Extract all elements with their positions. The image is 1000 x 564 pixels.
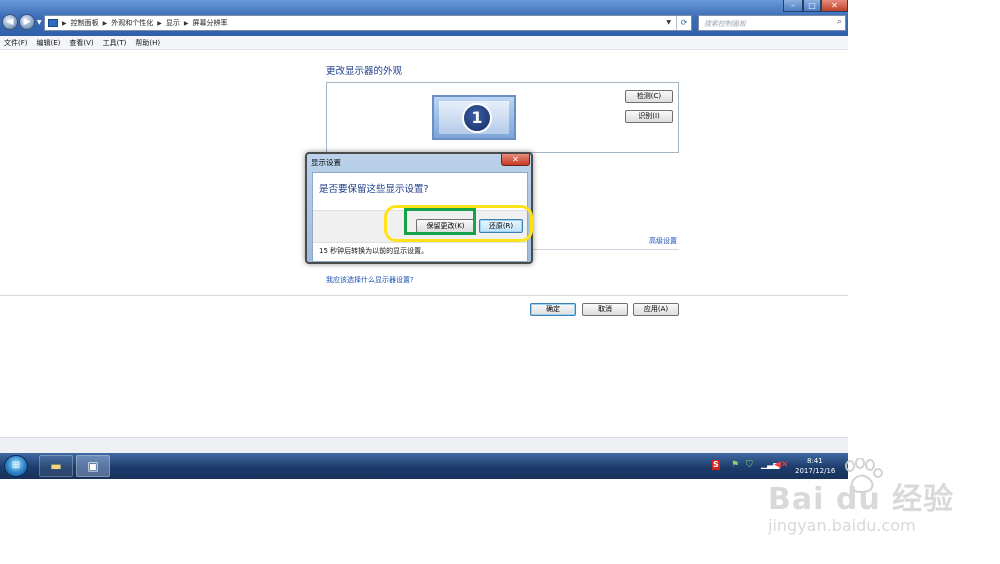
address-bar[interactable]: ▶ 控制面板 ▶ 外观和个性化 ▶ 显示 ▶ 屏幕分辨率 ▼ ⟳ — [44, 15, 692, 31]
cancel-button[interactable]: 取消 — [582, 303, 628, 316]
search-input[interactable]: 搜索控制面板 ⌕ — [698, 15, 846, 31]
monitor-screen: 1 — [439, 101, 509, 134]
watermark-url: jingyan.baidu.com — [768, 516, 916, 535]
chevron-right-icon: ▶ — [102, 19, 108, 27]
menu-edit[interactable]: 编辑(E) — [37, 38, 61, 48]
chevron-right-icon: ▶ — [157, 19, 162, 27]
display-preview-panel: 1 检测(C) 识别(I) — [326, 82, 679, 153]
network-icon[interactable]: ⚑ — [731, 460, 739, 470]
highlight-green-outline — [404, 208, 476, 235]
window-bottom-strip — [0, 437, 848, 453]
monitor-thumbnail[interactable]: 1 — [432, 95, 516, 140]
breadcrumb-display[interactable]: 显示 — [166, 18, 180, 28]
minimize-button[interactable]: – — [783, 0, 803, 12]
apply-button[interactable]: 应用(A) — [633, 303, 679, 316]
menu-view[interactable]: 查看(V) — [69, 38, 93, 48]
breadcrumb-screen-resolution[interactable]: 屏幕分辨率 — [193, 18, 228, 28]
menu-file[interactable]: 文件(F) — [4, 38, 28, 48]
menu-tools[interactable]: 工具(T) — [103, 38, 127, 48]
page-title: 更改显示器的外观 — [326, 66, 403, 77]
control-panel-icon — [48, 19, 58, 27]
folder-icon[interactable]: ▬ — [39, 455, 73, 477]
forward-button[interactable]: ▶ — [19, 14, 35, 30]
countdown-message: 15 秒钟后转换为以前的显示设置。 — [319, 247, 429, 255]
title-bar: ◀ ▶ ▼ ▶ 控制面板 ▶ 外观和个性化 ▶ 显示 ▶ 屏幕分辨率 ▼ ⟳ 搜… — [0, 0, 848, 36]
dialog-question: 是否要保留这些显示设置? — [319, 184, 429, 195]
divider — [0, 295, 848, 296]
chevron-right-icon: ▶ — [183, 19, 189, 27]
search-placeholder: 搜索控制面板 — [704, 20, 746, 28]
breadcrumb-control-panel[interactable]: 控制面板 — [71, 18, 99, 28]
breadcrumb-appearance[interactable]: 外观和个性化 — [111, 18, 153, 28]
watermark-logo-text: Bai du 经验 — [768, 482, 955, 517]
address-dropdown-icon[interactable]: ▼ — [666, 19, 671, 26]
baidu-watermark: Bai du 经验 jingyan.baidu.com — [768, 458, 978, 548]
start-button[interactable]: ⊞ — [4, 455, 28, 477]
taskbar: ⊞ ▬ ▣ S ⚑ ⛉ ▁▃▅ ◀✕ 8:41 2017/12/16 — [0, 453, 848, 479]
back-button[interactable]: ◀ — [2, 14, 18, 30]
screen: ◀ ▶ ▼ ▶ 控制面板 ▶ 外观和个性化 ▶ 显示 ▶ 屏幕分辨率 ▼ ⟳ 搜… — [0, 0, 1000, 564]
identify-button[interactable]: 识别(I) — [625, 110, 673, 123]
dialog-title: 显示设置 — [311, 158, 341, 167]
detect-button[interactable]: 检测(C) — [625, 90, 673, 103]
advanced-settings-link[interactable]: 高级设置 — [649, 236, 677, 246]
control-panel-taskbar-icon[interactable]: ▣ — [76, 455, 110, 477]
menu-bar: 文件(F) 编辑(E) 查看(V) 工具(T) 帮助(H) — [0, 36, 848, 50]
menu-help[interactable]: 帮助(H) — [135, 38, 160, 48]
maximize-button[interactable]: □ — [803, 0, 821, 12]
history-dropdown-icon[interactable]: ▼ — [37, 19, 42, 26]
shield-icon[interactable]: ⛉ — [746, 460, 753, 470]
ok-button[interactable]: 确定 — [530, 303, 576, 316]
close-button[interactable]: ✕ — [821, 0, 848, 12]
chevron-right-icon: ▶ — [62, 19, 67, 27]
search-icon[interactable]: ⌕ — [837, 17, 842, 27]
display-help-link[interactable]: 我应该选择什么显示器设置? — [326, 275, 414, 285]
dialog-close-button[interactable]: ✕ — [501, 154, 530, 166]
monitor-number-badge: 1 — [462, 103, 492, 133]
input-method-icon[interactable]: S — [712, 460, 720, 470]
refresh-icon[interactable]: ⟳ — [676, 16, 691, 30]
